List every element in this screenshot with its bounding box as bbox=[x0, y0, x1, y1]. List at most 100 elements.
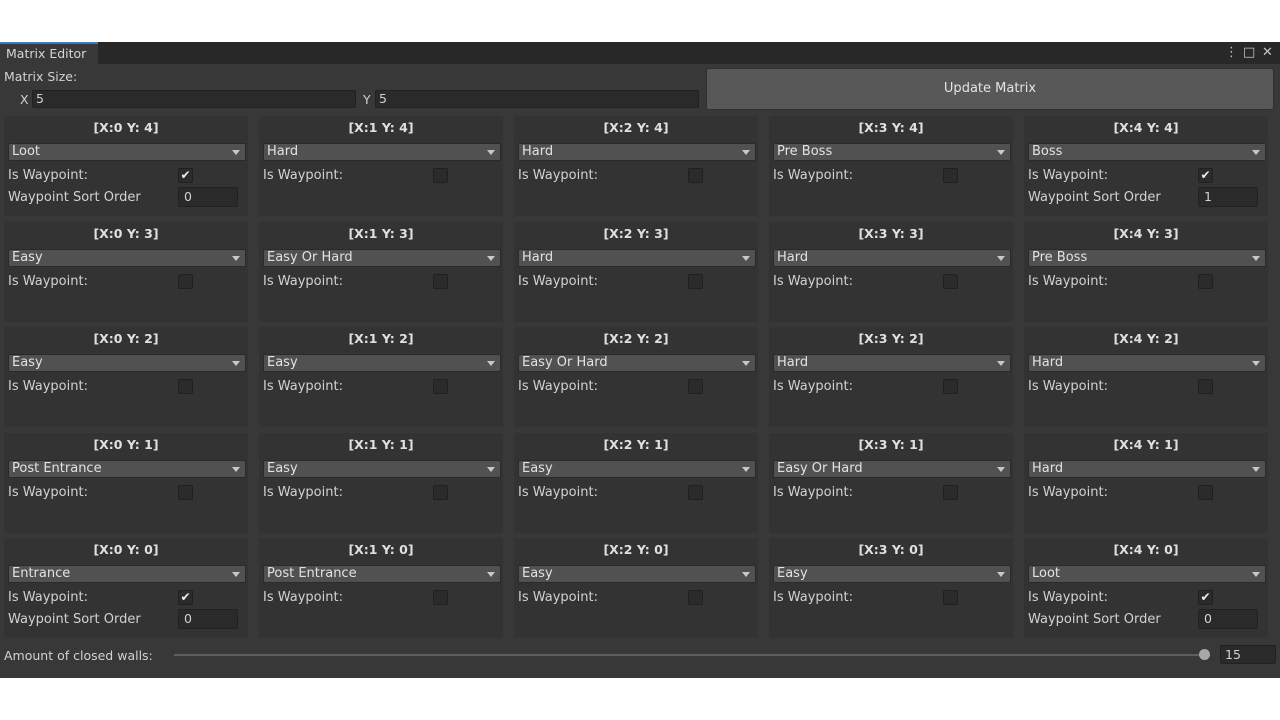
waypoint-sort-order-input[interactable]: 1 bbox=[1198, 187, 1258, 207]
room-cell: [X:0 Y: 3] Easy Is Waypoint: bbox=[4, 221, 248, 322]
is-waypoint-checkbox[interactable] bbox=[1198, 484, 1213, 500]
room-coordinate-title: [X:1 Y: 3] bbox=[348, 225, 414, 241]
is-waypoint-checkbox[interactable] bbox=[1198, 273, 1213, 289]
is-waypoint-checkbox[interactable] bbox=[688, 484, 703, 500]
is-waypoint-checkbox[interactable]: ✔ bbox=[1198, 590, 1213, 606]
closed-walls-slider-thumb[interactable] bbox=[1199, 649, 1211, 660]
room-type-dropdown[interactable]: Loot bbox=[8, 143, 246, 161]
y-label: Y bbox=[363, 92, 371, 107]
room-coordinate-title: [X:4 Y: 0] bbox=[1113, 542, 1179, 558]
room-coordinate-title: [X:4 Y: 1] bbox=[1113, 436, 1179, 452]
room-cell: [X:1 Y: 2] Easy Is Waypoint: bbox=[259, 327, 503, 428]
room-type-dropdown[interactable]: Entrance bbox=[8, 565, 246, 584]
room-type-dropdown[interactable]: Easy bbox=[8, 354, 246, 373]
room-cell: [X:4 Y: 0] Loot Is Waypoint: ✔ Waypoint … bbox=[1024, 538, 1268, 639]
matrix-x-input[interactable]: 5 bbox=[32, 90, 356, 108]
waypoint-sort-order-input[interactable]: 0 bbox=[178, 609, 238, 630]
room-type-dropdown[interactable]: Pre Boss bbox=[773, 143, 1011, 161]
matrix-y-input[interactable]: 5 bbox=[375, 90, 699, 108]
is-waypoint-checkbox[interactable] bbox=[943, 168, 958, 183]
room-cell: [X:3 Y: 1] Easy Or Hard Is Waypoint: bbox=[769, 432, 1013, 533]
room-type-dropdown[interactable]: Easy Or Hard bbox=[263, 248, 501, 267]
room-type-value: Easy Or Hard bbox=[522, 355, 608, 371]
is-waypoint-label: Is Waypoint: bbox=[773, 168, 853, 183]
is-waypoint-checkbox[interactable]: ✔ bbox=[178, 168, 193, 183]
is-waypoint-checkbox[interactable] bbox=[433, 590, 448, 606]
is-waypoint-checkbox[interactable] bbox=[688, 590, 703, 606]
waypoint-sort-order-input[interactable]: 0 bbox=[1198, 609, 1258, 630]
room-type-value: Boss bbox=[1032, 144, 1063, 159]
room-type-dropdown[interactable]: Hard bbox=[518, 248, 756, 267]
close-icon[interactable]: ✕ bbox=[1262, 44, 1273, 62]
is-waypoint-checkbox[interactable] bbox=[178, 379, 193, 395]
waypoint-sort-order-input[interactable]: 0 bbox=[178, 187, 238, 207]
is-waypoint-checkbox[interactable]: ✔ bbox=[178, 590, 193, 606]
room-type-dropdown[interactable]: Easy Or Hard bbox=[773, 459, 1011, 478]
room-type-dropdown[interactable]: Hard bbox=[773, 354, 1011, 373]
maximize-icon[interactable]: □ bbox=[1243, 44, 1255, 62]
tab-matrix-editor[interactable]: Matrix Editor bbox=[0, 42, 98, 64]
room-coordinate-title: [X:0 Y: 3] bbox=[93, 225, 159, 241]
room-type-dropdown[interactable]: Hard bbox=[773, 248, 1011, 267]
room-type-value: Loot bbox=[12, 144, 41, 159]
is-waypoint-checkbox[interactable] bbox=[688, 273, 703, 289]
update-matrix-button[interactable]: Update Matrix bbox=[706, 68, 1274, 110]
room-type-dropdown[interactable]: Easy bbox=[518, 459, 756, 478]
is-waypoint-checkbox[interactable]: ✔ bbox=[1198, 168, 1213, 183]
room-coordinate-title: [X:2 Y: 0] bbox=[603, 542, 669, 558]
chevron-down-icon bbox=[232, 255, 240, 261]
room-type-dropdown[interactable]: Post Entrance bbox=[263, 565, 501, 584]
chevron-down-icon bbox=[487, 150, 495, 155]
is-waypoint-checkbox[interactable] bbox=[433, 379, 448, 395]
closed-walls-slider-track[interactable] bbox=[174, 654, 1210, 656]
room-type-dropdown[interactable]: Easy Or Hard bbox=[518, 354, 756, 373]
room-coordinate-title: [X:0 Y: 0] bbox=[93, 542, 159, 558]
chevron-down-icon bbox=[1252, 361, 1260, 367]
is-waypoint-checkbox[interactable] bbox=[688, 379, 703, 395]
is-waypoint-checkbox[interactable] bbox=[943, 273, 958, 289]
more-options-icon[interactable]: ⋮ bbox=[1225, 44, 1238, 62]
room-type-dropdown[interactable]: Easy bbox=[8, 248, 246, 267]
is-waypoint-checkbox[interactable] bbox=[433, 273, 448, 289]
chevron-down-icon bbox=[997, 255, 1005, 261]
is-waypoint-label: Is Waypoint: bbox=[8, 273, 88, 289]
room-coordinate-title: [X:3 Y: 1] bbox=[858, 436, 924, 452]
is-waypoint-checkbox[interactable] bbox=[178, 484, 193, 500]
is-waypoint-checkbox[interactable] bbox=[688, 168, 703, 183]
is-waypoint-checkbox[interactable] bbox=[943, 484, 958, 500]
is-waypoint-label: Is Waypoint: bbox=[8, 590, 88, 606]
room-cell: [X:1 Y: 4] Hard Is Waypoint: bbox=[259, 116, 503, 216]
room-type-dropdown[interactable]: Loot bbox=[1028, 565, 1266, 584]
room-type-dropdown[interactable]: Easy bbox=[263, 354, 501, 373]
room-type-dropdown[interactable]: Easy bbox=[518, 565, 756, 584]
is-waypoint-label: Is Waypoint: bbox=[518, 590, 598, 606]
room-type-dropdown[interactable]: Hard bbox=[518, 143, 756, 161]
room-type-dropdown[interactable]: Easy bbox=[773, 565, 1011, 584]
is-waypoint-checkbox[interactable] bbox=[1198, 379, 1213, 395]
room-type-dropdown[interactable]: Boss bbox=[1028, 143, 1266, 161]
is-waypoint-label: Is Waypoint: bbox=[518, 379, 598, 395]
chevron-down-icon bbox=[742, 150, 750, 155]
is-waypoint-checkbox[interactable] bbox=[178, 273, 193, 289]
room-type-dropdown[interactable]: Hard bbox=[263, 143, 501, 161]
is-waypoint-checkbox[interactable] bbox=[433, 484, 448, 500]
room-coordinate-title: [X:1 Y: 1] bbox=[348, 436, 414, 452]
room-type-dropdown[interactable]: Pre Boss bbox=[1028, 248, 1266, 267]
room-cell: [X:4 Y: 3] Pre Boss Is Waypoint: bbox=[1024, 221, 1268, 322]
room-type-value: Easy bbox=[267, 460, 298, 476]
is-waypoint-checkbox[interactable] bbox=[943, 379, 958, 395]
closed-walls-input[interactable]: 15 bbox=[1220, 645, 1276, 664]
checkmark-icon: ✔ bbox=[180, 168, 191, 182]
chevron-down-icon bbox=[997, 466, 1005, 472]
room-type-value: Hard bbox=[1032, 355, 1064, 371]
room-type-dropdown[interactable]: Post Entrance bbox=[8, 459, 246, 478]
chevron-down-icon bbox=[1252, 255, 1260, 261]
room-type-dropdown[interactable]: Hard bbox=[1028, 459, 1266, 478]
is-waypoint-checkbox[interactable] bbox=[433, 168, 448, 183]
is-waypoint-label: Is Waypoint: bbox=[1028, 484, 1108, 500]
chevron-down-icon bbox=[487, 255, 495, 261]
is-waypoint-checkbox[interactable] bbox=[943, 590, 958, 606]
room-type-dropdown[interactable]: Easy bbox=[263, 459, 501, 478]
title-bar: Matrix Editor ⋮ □ ✕ bbox=[0, 42, 1280, 64]
room-type-dropdown[interactable]: Hard bbox=[1028, 354, 1266, 373]
